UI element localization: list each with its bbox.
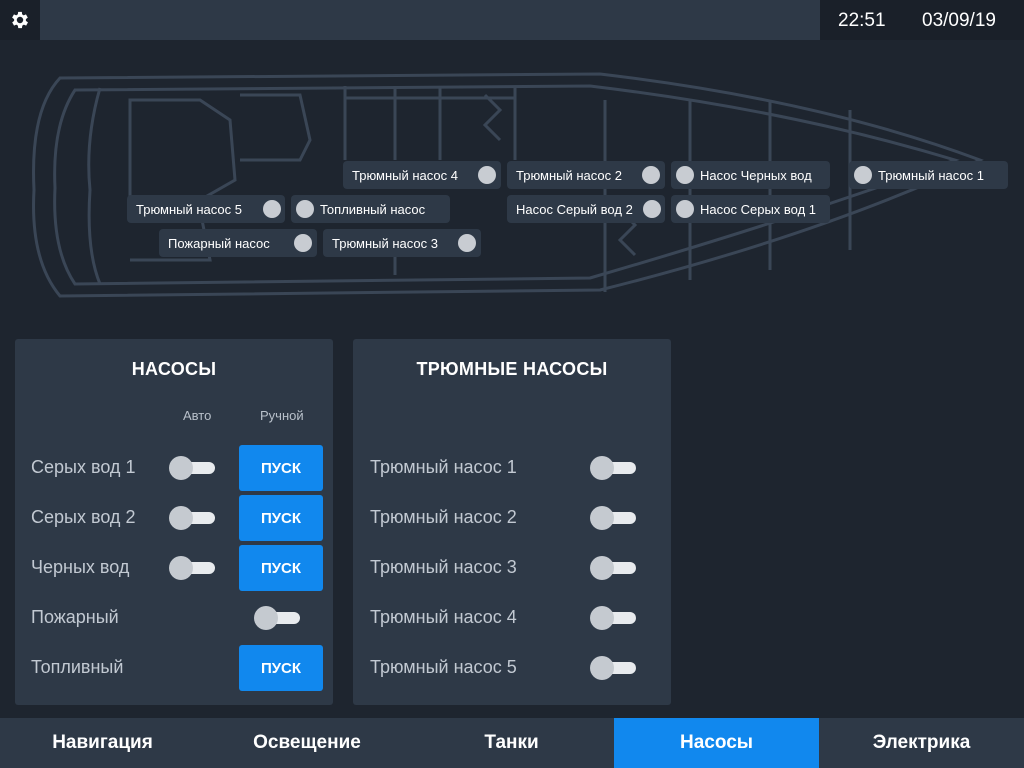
map-pump-grey-water-1[interactable]: Насос Серых вод 1 [671, 195, 830, 223]
pump-row-label: Серых вод 1 [31, 457, 136, 477]
map-pump-label: Трюмный насос 3 [332, 235, 439, 251]
pump-row-label: Пожарный [31, 607, 119, 627]
tab-pumps[interactable]: Насосы [614, 718, 819, 768]
bilge-row-label: Трюмный насос 4 [370, 607, 517, 627]
pump-status-dot [263, 200, 281, 218]
map-pump-bilge-1[interactable]: Трюмный насос 1 [849, 161, 1008, 189]
pump-status-dot [294, 234, 312, 252]
map-pump-label: Трюмный насос 5 [136, 201, 243, 217]
settings-button[interactable] [0, 0, 40, 40]
map-pump-label: Пожарный насос [168, 235, 270, 251]
start-button-grey-water-1[interactable]: ПУСК [239, 445, 323, 491]
manual-toggle-fire[interactable] [254, 606, 302, 630]
bilge-row-label: Трюмный насос 1 [370, 457, 517, 477]
map-pump-black-water[interactable]: Насос Черных вод [671, 161, 830, 189]
start-button-grey-water-2[interactable]: ПУСК [239, 495, 323, 541]
bilge-row-label: Трюмный насос 5 [370, 657, 517, 677]
bilge-toggle-3[interactable] [590, 556, 638, 580]
map-pump-bilge-5[interactable]: Трюмный насос 5 [127, 195, 285, 223]
bottom-nav: Навигация Освещение Танки Насосы Электри… [0, 718, 1024, 768]
map-pump-bilge-4[interactable]: Трюмный насос 4 [343, 161, 501, 189]
ship-plan: Трюмный насос 4 Трюмный насос 2 Насос Че… [0, 60, 1024, 310]
map-pump-fuel[interactable]: Топливный насос [291, 195, 450, 223]
clock: 22:51 [838, 10, 886, 31]
tab-navigation[interactable]: Навигация [0, 718, 205, 768]
map-pump-fire[interactable]: Пожарный насос [159, 229, 317, 257]
column-manual-header: Ручной [260, 408, 304, 423]
bilge-toggle-5[interactable] [590, 656, 638, 680]
start-button-black-water[interactable]: ПУСК [239, 545, 323, 591]
pump-status-dot [676, 166, 694, 184]
tab-lighting[interactable]: Освещение [205, 718, 409, 768]
start-button-fuel[interactable]: ПУСК [239, 645, 323, 691]
map-pump-bilge-3[interactable]: Трюмный насос 3 [323, 229, 481, 257]
bilge-toggle-4[interactable] [590, 606, 638, 630]
gear-icon [12, 11, 28, 29]
date: 03/09/19 [922, 10, 996, 31]
bilge-toggle-1[interactable] [590, 456, 638, 480]
auto-toggle-grey-water-1[interactable] [169, 456, 217, 480]
pump-row-label: Топливный [31, 657, 124, 677]
bilge-row-label: Трюмный насос 3 [370, 557, 517, 577]
bilge-panel-title: ТРЮМНЫЕ НАСОСЫ [416, 359, 608, 379]
bilge-toggle-2[interactable] [590, 506, 638, 530]
map-pump-label: Трюмный насос 1 [878, 167, 985, 183]
pump-status-dot [643, 200, 661, 218]
pump-row-label: Серых вод 2 [31, 507, 136, 527]
pump-status-dot [458, 234, 476, 252]
column-auto-header: Авто [183, 408, 212, 423]
auto-toggle-grey-water-2[interactable] [169, 506, 217, 530]
map-pump-label: Топливный насос [320, 201, 426, 217]
pump-status-dot [642, 166, 660, 184]
pump-status-dot [296, 200, 314, 218]
map-pump-label: Трюмный насос 2 [516, 167, 623, 183]
map-pump-grey-water-2[interactable]: Насос Серый вод 2 [507, 195, 665, 223]
pump-status-dot [676, 200, 694, 218]
map-pump-bilge-2[interactable]: Трюмный насос 2 [507, 161, 665, 189]
map-pump-label: Насос Серых вод 1 [700, 201, 817, 217]
pump-row-label: Черных вод [31, 557, 130, 577]
auto-toggle-black-water[interactable] [169, 556, 217, 580]
tab-electrics[interactable]: Электрика [819, 718, 1024, 768]
pump-status-dot [854, 166, 872, 184]
map-pump-label: Трюмный насос 4 [352, 167, 459, 183]
top-bar: 22:51 03/09/19 [0, 0, 1024, 40]
tab-tanks[interactable]: Танки [409, 718, 614, 768]
pump-status-dot [478, 166, 496, 184]
header-strip [40, 0, 820, 40]
map-pump-label: Насос Серый вод 2 [516, 201, 633, 217]
map-pump-label: Насос Черных вод [700, 167, 812, 183]
bilge-row-label: Трюмный насос 2 [370, 507, 517, 527]
pumps-panel-title: НАСОСЫ [131, 359, 217, 379]
